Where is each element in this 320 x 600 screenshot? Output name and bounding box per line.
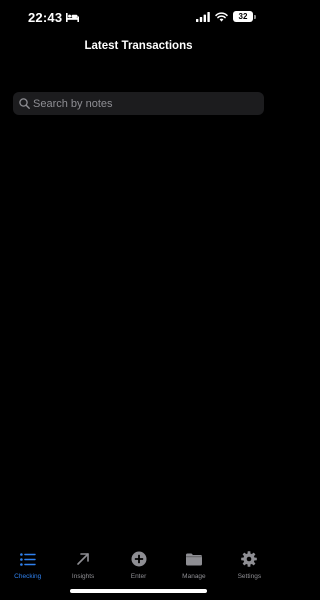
page-title: Latest Transactions — [84, 40, 193, 52]
plus-circle-icon — [130, 550, 148, 568]
search-icon — [19, 98, 30, 109]
status-bar: 22:43 32 — [0, 0, 277, 36]
search-input[interactable] — [30, 93, 264, 114]
tab-bar: Checking Insights Enter Manage Settings — [0, 545, 277, 585]
tab-label: Settings — [237, 573, 262, 580]
tab-checking[interactable]: Checking — [0, 545, 55, 585]
gear-icon — [240, 550, 258, 568]
status-indicators: 32 — [196, 11, 256, 22]
search-bar[interactable] — [13, 92, 264, 115]
tab-label: Insights — [71, 573, 95, 580]
tab-manage[interactable]: Manage — [166, 545, 221, 585]
battery-level: 32 — [238, 12, 248, 21]
list-icon — [19, 550, 37, 568]
arrow-up-right-icon — [74, 550, 92, 568]
home-indicator[interactable] — [70, 589, 207, 593]
cellular-signal-icon — [196, 11, 210, 22]
sleep-focus-icon — [66, 13, 80, 22]
tab-label: Enter — [130, 573, 147, 580]
battery-cap — [254, 15, 256, 19]
folder-icon — [185, 550, 203, 568]
status-time-group: 22:43 — [28, 10, 80, 25]
tab-settings[interactable]: Settings — [222, 545, 277, 585]
tab-label: Checking — [14, 573, 42, 580]
battery-icon: 32 — [233, 11, 256, 22]
wifi-icon — [215, 11, 228, 22]
tab-insights[interactable]: Insights — [55, 545, 110, 585]
status-time: 22:43 — [28, 10, 63, 25]
tab-enter[interactable]: Enter — [111, 545, 166, 585]
tab-label: Manage — [182, 573, 206, 580]
